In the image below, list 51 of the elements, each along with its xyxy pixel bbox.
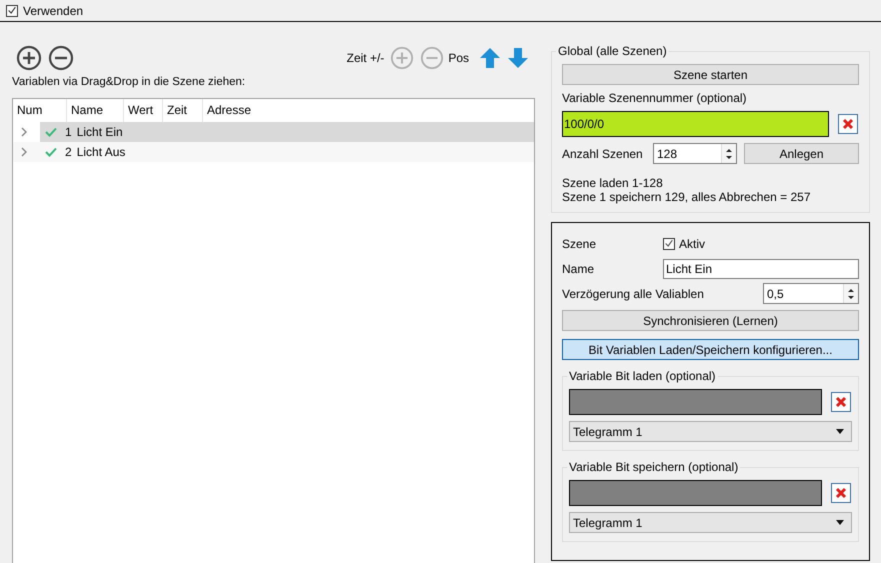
tree-row[interactable]: 1 Licht Ein [40, 122, 534, 142]
scene-label: Szene [562, 236, 598, 250]
row-name: Licht Ein [76, 125, 123, 139]
drag-hint: Variablen via Drag&Drop in die Szene ziehen: [12, 76, 246, 90]
use-label: Verwenden [23, 4, 84, 18]
dropdown-arrow-icon [836, 429, 844, 434]
dropdown-arrow-icon [836, 520, 844, 525]
telegram-dropdown[interactable]: Telegramm 1 [569, 421, 852, 442]
delay-label: Verzögerung alle Valiablen [562, 286, 705, 300]
spin-arrows-icon[interactable] [847, 286, 855, 300]
row-number: 1 [65, 125, 72, 139]
start-scene-button[interactable]: Szene starten [562, 64, 859, 85]
row-number: 2 [65, 145, 72, 159]
arrow-up-icon[interactable] [479, 47, 501, 69]
close-icon [842, 118, 854, 130]
telegram-dropdown[interactable]: Telegramm 1 [569, 512, 852, 533]
info-text: Szene 1 speichern 129, alles Abbrechen = 257 [562, 190, 812, 204]
name-field[interactable]: Licht Ein [663, 258, 859, 278]
column-header[interactable]: Adresse [203, 99, 293, 122]
configure-button[interactable]: Bit Variablen Laden/Speichern konfigurieren... [562, 339, 859, 360]
pos-label: Pos [448, 51, 469, 65]
arrow-down-icon[interactable] [507, 47, 529, 69]
add-icon[interactable] [16, 45, 42, 71]
active-label: Aktiv [679, 236, 706, 250]
close-icon [835, 487, 847, 499]
scene-variable-field[interactable]: 100/0/0 [562, 111, 829, 137]
name-label: Name [562, 262, 596, 276]
group-title: Variable Bit laden (optional) [568, 369, 717, 383]
row-name: Licht Aus [76, 145, 126, 159]
use-checkbox[interactable] [6, 4, 18, 16]
create-button[interactable]: Anlegen [744, 143, 859, 164]
scene-variable-label: Variable Szenennummer (optional) [562, 91, 748, 107]
check-icon [45, 127, 57, 137]
variable-field[interactable] [569, 480, 822, 506]
sync-button[interactable]: Synchronisieren (Lernen) [562, 310, 859, 331]
group-title: Global (alle Szenen) [557, 44, 668, 58]
scene-count-spinbox[interactable]: 128 [653, 143, 737, 164]
variable-field[interactable] [569, 389, 822, 415]
check-icon [45, 147, 57, 157]
clear-button[interactable] [831, 483, 851, 503]
info-text: Szene laden 1-128 [562, 176, 664, 190]
clear-button[interactable] [838, 114, 858, 134]
time-label: Zeit +/- [346, 51, 384, 65]
active-checkbox[interactable] [663, 238, 675, 250]
group-title: Variable Bit speichern (optional) [568, 460, 740, 474]
close-icon [835, 396, 847, 408]
clear-button[interactable] [831, 392, 851, 412]
remove-icon[interactable] [48, 45, 74, 71]
delay-spinbox[interactable]: 0,5 [763, 283, 859, 304]
scene-count-label: Anzahl Szenen [562, 146, 644, 160]
spin-arrows-icon[interactable] [725, 146, 733, 160]
